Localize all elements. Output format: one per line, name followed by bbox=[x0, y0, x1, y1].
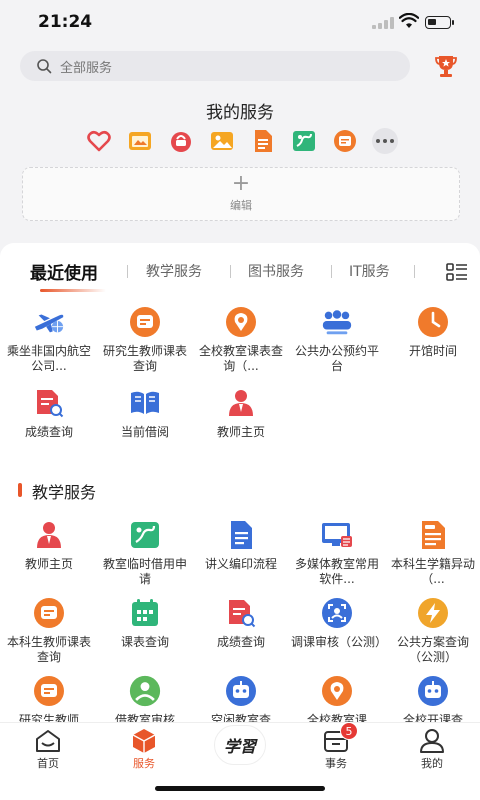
clock-icon bbox=[417, 306, 449, 338]
signal-icon bbox=[372, 17, 394, 29]
service-label: 讲义编印流程 bbox=[204, 557, 277, 571]
teacher-icon bbox=[33, 519, 65, 551]
battery-icon bbox=[425, 16, 454, 29]
tab-library[interactable]: 图书服务 bbox=[248, 261, 304, 281]
service-label: 教师主页 bbox=[24, 557, 73, 571]
message-icon[interactable] bbox=[332, 128, 358, 154]
score-doc-icon bbox=[225, 597, 257, 629]
my-services-icons bbox=[86, 128, 398, 154]
user-icon bbox=[418, 727, 446, 755]
calendar-icon bbox=[129, 597, 161, 629]
wifi-icon bbox=[399, 13, 419, 28]
trophy-icon[interactable] bbox=[434, 53, 458, 79]
service-label: 课表查询 bbox=[120, 635, 169, 649]
teacher-icon bbox=[225, 387, 257, 419]
folder-image-icon[interactable] bbox=[127, 128, 153, 154]
section-marker bbox=[18, 483, 22, 497]
service-label: 成绩查询 bbox=[216, 635, 265, 649]
monitor-icon bbox=[321, 519, 353, 551]
service-label: 多媒体教室常用软件... bbox=[294, 557, 379, 586]
document-icon bbox=[225, 519, 257, 551]
service-label: 开馆时间 bbox=[408, 344, 457, 358]
xuexi-logo-icon[interactable]: 学習 bbox=[214, 725, 266, 765]
classroom-icon bbox=[129, 519, 161, 551]
service-label: 全校教室课表查询（... bbox=[198, 344, 283, 373]
service-label: 本科生学籍异动（... bbox=[390, 557, 475, 586]
tab-divider bbox=[414, 265, 415, 278]
list-grid-icon[interactable] bbox=[446, 263, 468, 281]
tab-divider bbox=[127, 265, 128, 278]
service-label: 成绩查询 bbox=[24, 425, 73, 439]
lightning-icon bbox=[417, 597, 449, 629]
search-placeholder: 全部服务 bbox=[60, 61, 113, 76]
active-tab-indicator bbox=[40, 289, 106, 292]
message-icon bbox=[33, 597, 65, 629]
chart-icon[interactable] bbox=[291, 128, 317, 154]
status-bar: 21:24 bbox=[0, 0, 480, 44]
tab-divider bbox=[331, 265, 332, 278]
edit-label: 编辑 bbox=[230, 199, 252, 212]
notification-badge: 5 bbox=[340, 722, 358, 740]
tab-divider bbox=[230, 265, 231, 278]
home-icon bbox=[34, 727, 62, 755]
status-time: 21:24 bbox=[38, 12, 93, 32]
service-label: 乘坐非国内航空公司... bbox=[6, 344, 91, 373]
service-label: 本科生教师课表查询 bbox=[6, 635, 91, 664]
approve-icon bbox=[129, 675, 161, 707]
message-icon bbox=[129, 306, 161, 338]
bag-icon[interactable] bbox=[168, 128, 194, 154]
tab-label: 事务 bbox=[325, 757, 347, 770]
book-icon bbox=[129, 387, 161, 419]
location-icon bbox=[321, 675, 353, 707]
service-label: 公共办公预约平台 bbox=[294, 344, 379, 373]
service-label: 当前借阅 bbox=[120, 425, 169, 439]
robot-icon bbox=[225, 675, 257, 707]
service-label: 公共方案查询（公测） bbox=[396, 635, 469, 664]
tab-fade bbox=[420, 259, 442, 285]
photo-icon[interactable] bbox=[209, 128, 235, 154]
tab-teaching[interactable]: 教学服务 bbox=[146, 261, 202, 281]
document-icon[interactable] bbox=[250, 128, 276, 154]
message-icon bbox=[33, 675, 65, 707]
home-indicator bbox=[155, 786, 325, 791]
airplane-icon bbox=[33, 306, 65, 338]
heart-icon[interactable] bbox=[86, 128, 112, 154]
location-icon bbox=[225, 306, 257, 338]
service-label: 教室临时借用申请 bbox=[102, 557, 187, 586]
section-title-teaching: 教学服务 bbox=[32, 483, 97, 502]
tab-label: 我的 bbox=[421, 757, 443, 770]
service-label: 教师主页 bbox=[216, 425, 265, 439]
tab-recent[interactable]: 最近使用 bbox=[30, 259, 98, 284]
service-label: 调课审核（公测） bbox=[291, 635, 388, 649]
service-label: 研究生教师课表查询 bbox=[102, 344, 187, 373]
plus-icon: + bbox=[231, 171, 251, 196]
score-doc-icon bbox=[33, 387, 65, 419]
category-tabs: 最近使用 教学服务 图书服务 IT服务 bbox=[0, 243, 480, 295]
edit-services-button[interactable]: + 编辑 bbox=[22, 167, 460, 221]
search-icon bbox=[37, 59, 52, 74]
people-icon bbox=[321, 306, 353, 338]
cube-icon bbox=[130, 727, 158, 755]
my-services-title: 我的服务 bbox=[206, 103, 274, 123]
search-bar[interactable]: 全部服务 bbox=[20, 51, 410, 81]
tab-label: 首页 bbox=[37, 757, 59, 770]
tab-it[interactable]: IT服务 bbox=[349, 261, 390, 281]
scan-icon bbox=[321, 597, 353, 629]
more-icon[interactable] bbox=[372, 128, 398, 154]
student-doc-icon bbox=[417, 519, 449, 551]
robot-icon bbox=[417, 675, 449, 707]
services-card: 最近使用 教学服务 图书服务 IT服务 乘坐非国内航空公司... 研究生教师课表… bbox=[0, 243, 480, 723]
tab-label: 服务 bbox=[133, 757, 155, 770]
